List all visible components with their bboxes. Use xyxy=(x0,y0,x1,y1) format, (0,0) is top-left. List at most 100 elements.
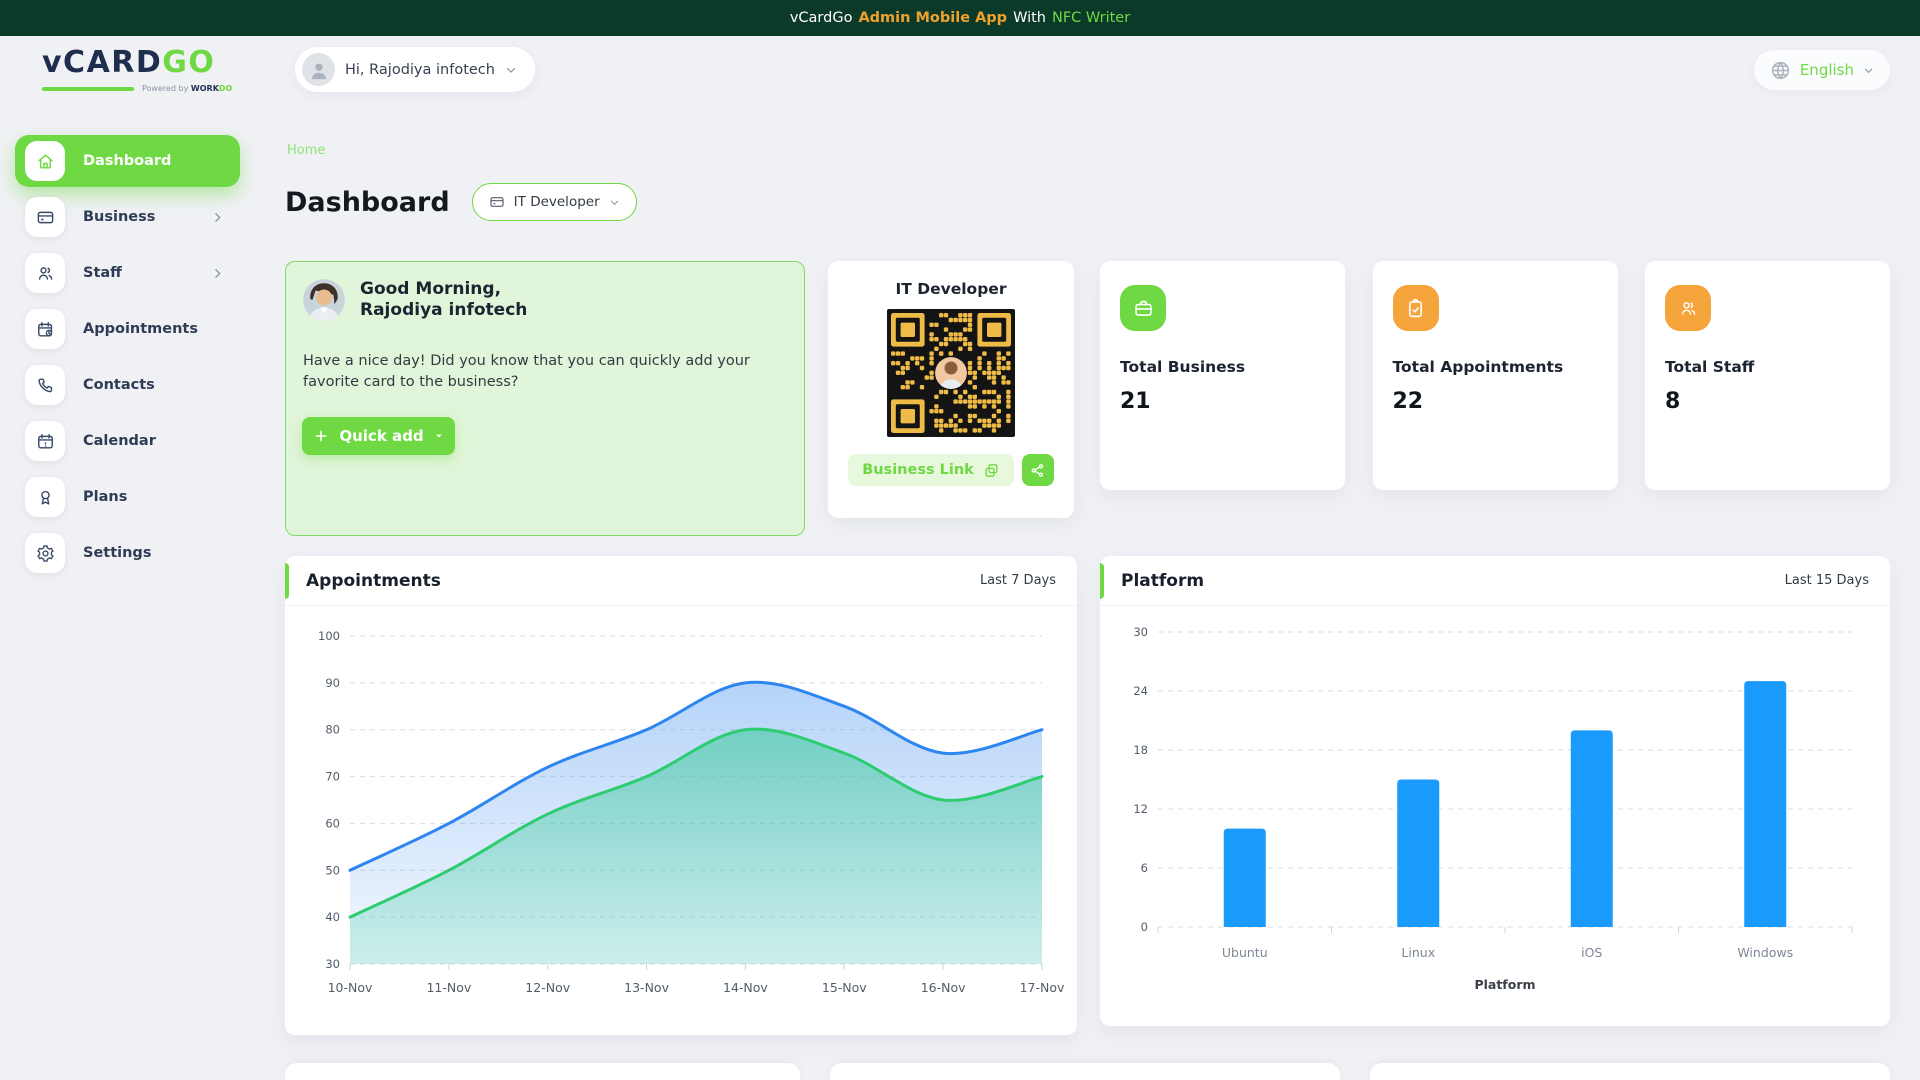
svg-text:1: 1 xyxy=(43,442,46,448)
svg-text:12: 12 xyxy=(1133,802,1148,816)
svg-text:Windows: Windows xyxy=(1737,945,1793,960)
sidebar-item-contacts[interactable]: Contacts xyxy=(15,359,240,411)
svg-text:40: 40 xyxy=(325,910,340,924)
svg-text:70: 70 xyxy=(325,770,340,784)
card-stub xyxy=(285,1063,800,1080)
platform-bar-chart: 0 6 12 18 24 30 Ubuntu Linux iOS Windows Platform xyxy=(1133,625,1853,992)
sidebar-item-appointments[interactable]: Appointments xyxy=(15,303,240,355)
page-title: Dashboard xyxy=(285,186,450,218)
svg-text:Ubuntu: Ubuntu xyxy=(1222,945,1268,960)
svg-text:24: 24 xyxy=(1133,684,1148,698)
qr-code xyxy=(887,309,1015,437)
svg-text:17-Nov: 17-Nov xyxy=(1020,980,1065,995)
user-avatar xyxy=(302,53,335,86)
svg-text:100: 100 xyxy=(318,629,340,643)
platform-chart-title: Platform xyxy=(1121,570,1205,591)
user-menu[interactable]: Hi, Rajodiya infotech xyxy=(295,47,535,92)
business-selector[interactable]: IT Developer xyxy=(471,183,637,221)
sidebar-item-label: Contacts xyxy=(83,377,155,393)
svg-text:12-Nov: 12-Nov xyxy=(525,980,570,995)
appointments-chart-card: Appointments Last 7 Days 30 40 50 60 70 80 90 1… xyxy=(285,556,1077,1035)
svg-text:80: 80 xyxy=(325,723,340,737)
svg-text:6: 6 xyxy=(1141,861,1148,875)
appointments-area-chart: 30 40 50 60 70 80 90 100 10-Nov 11-Nov 12-Nov 13-No… xyxy=(318,629,1065,995)
business-qr-card: IT Developer Business Link xyxy=(828,261,1074,518)
sidebar-item-label: Appointments xyxy=(83,321,198,337)
greeting-card: Good Morning, Rajodiya infotech Have a n… xyxy=(285,261,805,536)
calendar-icon: 1 xyxy=(25,421,65,461)
stat-value: 22 xyxy=(1392,389,1424,414)
chevron-down-icon xyxy=(609,197,620,208)
globe-icon xyxy=(1770,60,1791,81)
appointments-chart-period: Last 7 Days xyxy=(979,573,1056,588)
plus-icon xyxy=(313,428,329,444)
svg-text:13-Nov: 13-Nov xyxy=(624,980,669,995)
announcement-brand: vCardGo xyxy=(789,10,853,26)
sidebar-item-plans[interactable]: Plans xyxy=(15,471,240,523)
chevron-down-icon xyxy=(505,64,517,76)
svg-text:0: 0 xyxy=(1141,920,1148,934)
card-stub xyxy=(1370,1063,1890,1080)
business-link-label: Business Link xyxy=(862,462,974,478)
svg-text:50: 50 xyxy=(325,863,340,877)
sidebar-item-label: Business xyxy=(83,209,156,225)
svg-text:11-Nov: 11-Nov xyxy=(426,980,471,995)
card-icon xyxy=(25,197,65,237)
svg-text:90: 90 xyxy=(325,676,340,690)
business-selector-label: IT Developer xyxy=(513,194,600,210)
sidebar-item-settings[interactable]: Settings xyxy=(15,527,240,579)
logo-tagline: Powered by WORKDO xyxy=(42,84,232,93)
share-button[interactable] xyxy=(1021,454,1054,486)
share-icon xyxy=(1029,462,1046,479)
greeting-salutation: Good Morning, xyxy=(360,279,502,299)
svg-text:iOS: iOS xyxy=(1581,945,1602,960)
svg-text:Platform: Platform xyxy=(1474,977,1535,992)
stat-value: 8 xyxy=(1665,389,1681,414)
sidebar-item-dashboard[interactable]: Dashboard xyxy=(15,135,240,187)
announcement-bar: vCardGo Admin Mobile App With NFC Writer xyxy=(0,0,1920,36)
language-label: English xyxy=(1799,61,1854,79)
greeting-name: Rajodiya infotech xyxy=(360,300,528,321)
announcement-middle: With xyxy=(1013,10,1046,26)
platform-chart-card: Platform Last 15 Days 0 6 12 18 24 30 Ubuntu Li… xyxy=(1100,556,1890,1026)
svg-text:10-Nov: 10-Nov xyxy=(328,980,373,995)
sidebar-item-business[interactable]: Business xyxy=(15,191,240,243)
greeting-avatar xyxy=(303,279,345,321)
stat-card-total-appointments: Total Appointments 22 xyxy=(1372,261,1618,490)
language-selector[interactable]: English xyxy=(1753,50,1890,90)
phone-icon xyxy=(25,365,65,405)
users-icon xyxy=(25,253,65,293)
sidebar-item-label: Dashboard xyxy=(83,153,172,169)
announcement-nfc: NFC Writer xyxy=(1052,10,1131,26)
user-greeting: Hi, Rajodiya infotech xyxy=(345,61,495,78)
chevron-down-icon xyxy=(1863,65,1874,76)
breadcrumb[interactable]: Home xyxy=(287,143,325,158)
quick-add-button[interactable]: Quick add xyxy=(302,417,455,455)
svg-text:16-Nov: 16-Nov xyxy=(921,980,966,995)
sidebar: Dashboard Business Staff Appointments Contac… xyxy=(15,135,240,583)
svg-text:14-Nov: 14-Nov xyxy=(723,980,768,995)
sidebar-item-calendar[interactable]: 1 Calendar xyxy=(15,415,240,467)
sidebar-item-staff[interactable]: Staff xyxy=(15,247,240,299)
svg-text:Linux: Linux xyxy=(1401,945,1435,960)
award-icon xyxy=(25,477,65,517)
vcardgo-logo[interactable]: vCARDGO Powered by WORKDO xyxy=(42,48,232,93)
card-stub xyxy=(830,1063,1340,1080)
sidebar-item-label: Staff xyxy=(83,265,122,281)
stat-label: Total Staff xyxy=(1665,358,1755,376)
stats-row: Total Business 21 Total Appointments 22 Tota… xyxy=(1100,261,1890,490)
svg-text:30: 30 xyxy=(325,957,340,971)
card-accent-bar xyxy=(1100,563,1104,599)
users-icon xyxy=(1665,285,1711,331)
quick-add-label: Quick add xyxy=(339,427,424,445)
logo-text: vCARDGO xyxy=(42,45,216,80)
logo-underline xyxy=(42,86,134,91)
greeting-message: Have a nice day! Did you know that you c… xyxy=(303,352,750,390)
clipboard-check-icon xyxy=(1392,285,1439,331)
chevron-right-icon xyxy=(211,211,224,224)
qr-card-title: IT Developer xyxy=(895,280,1007,298)
caret-down-icon xyxy=(434,431,444,441)
business-link-button[interactable]: Business Link xyxy=(848,454,1014,486)
announcement-highlight: Admin Mobile App xyxy=(858,10,1008,26)
svg-text:60: 60 xyxy=(325,816,340,830)
